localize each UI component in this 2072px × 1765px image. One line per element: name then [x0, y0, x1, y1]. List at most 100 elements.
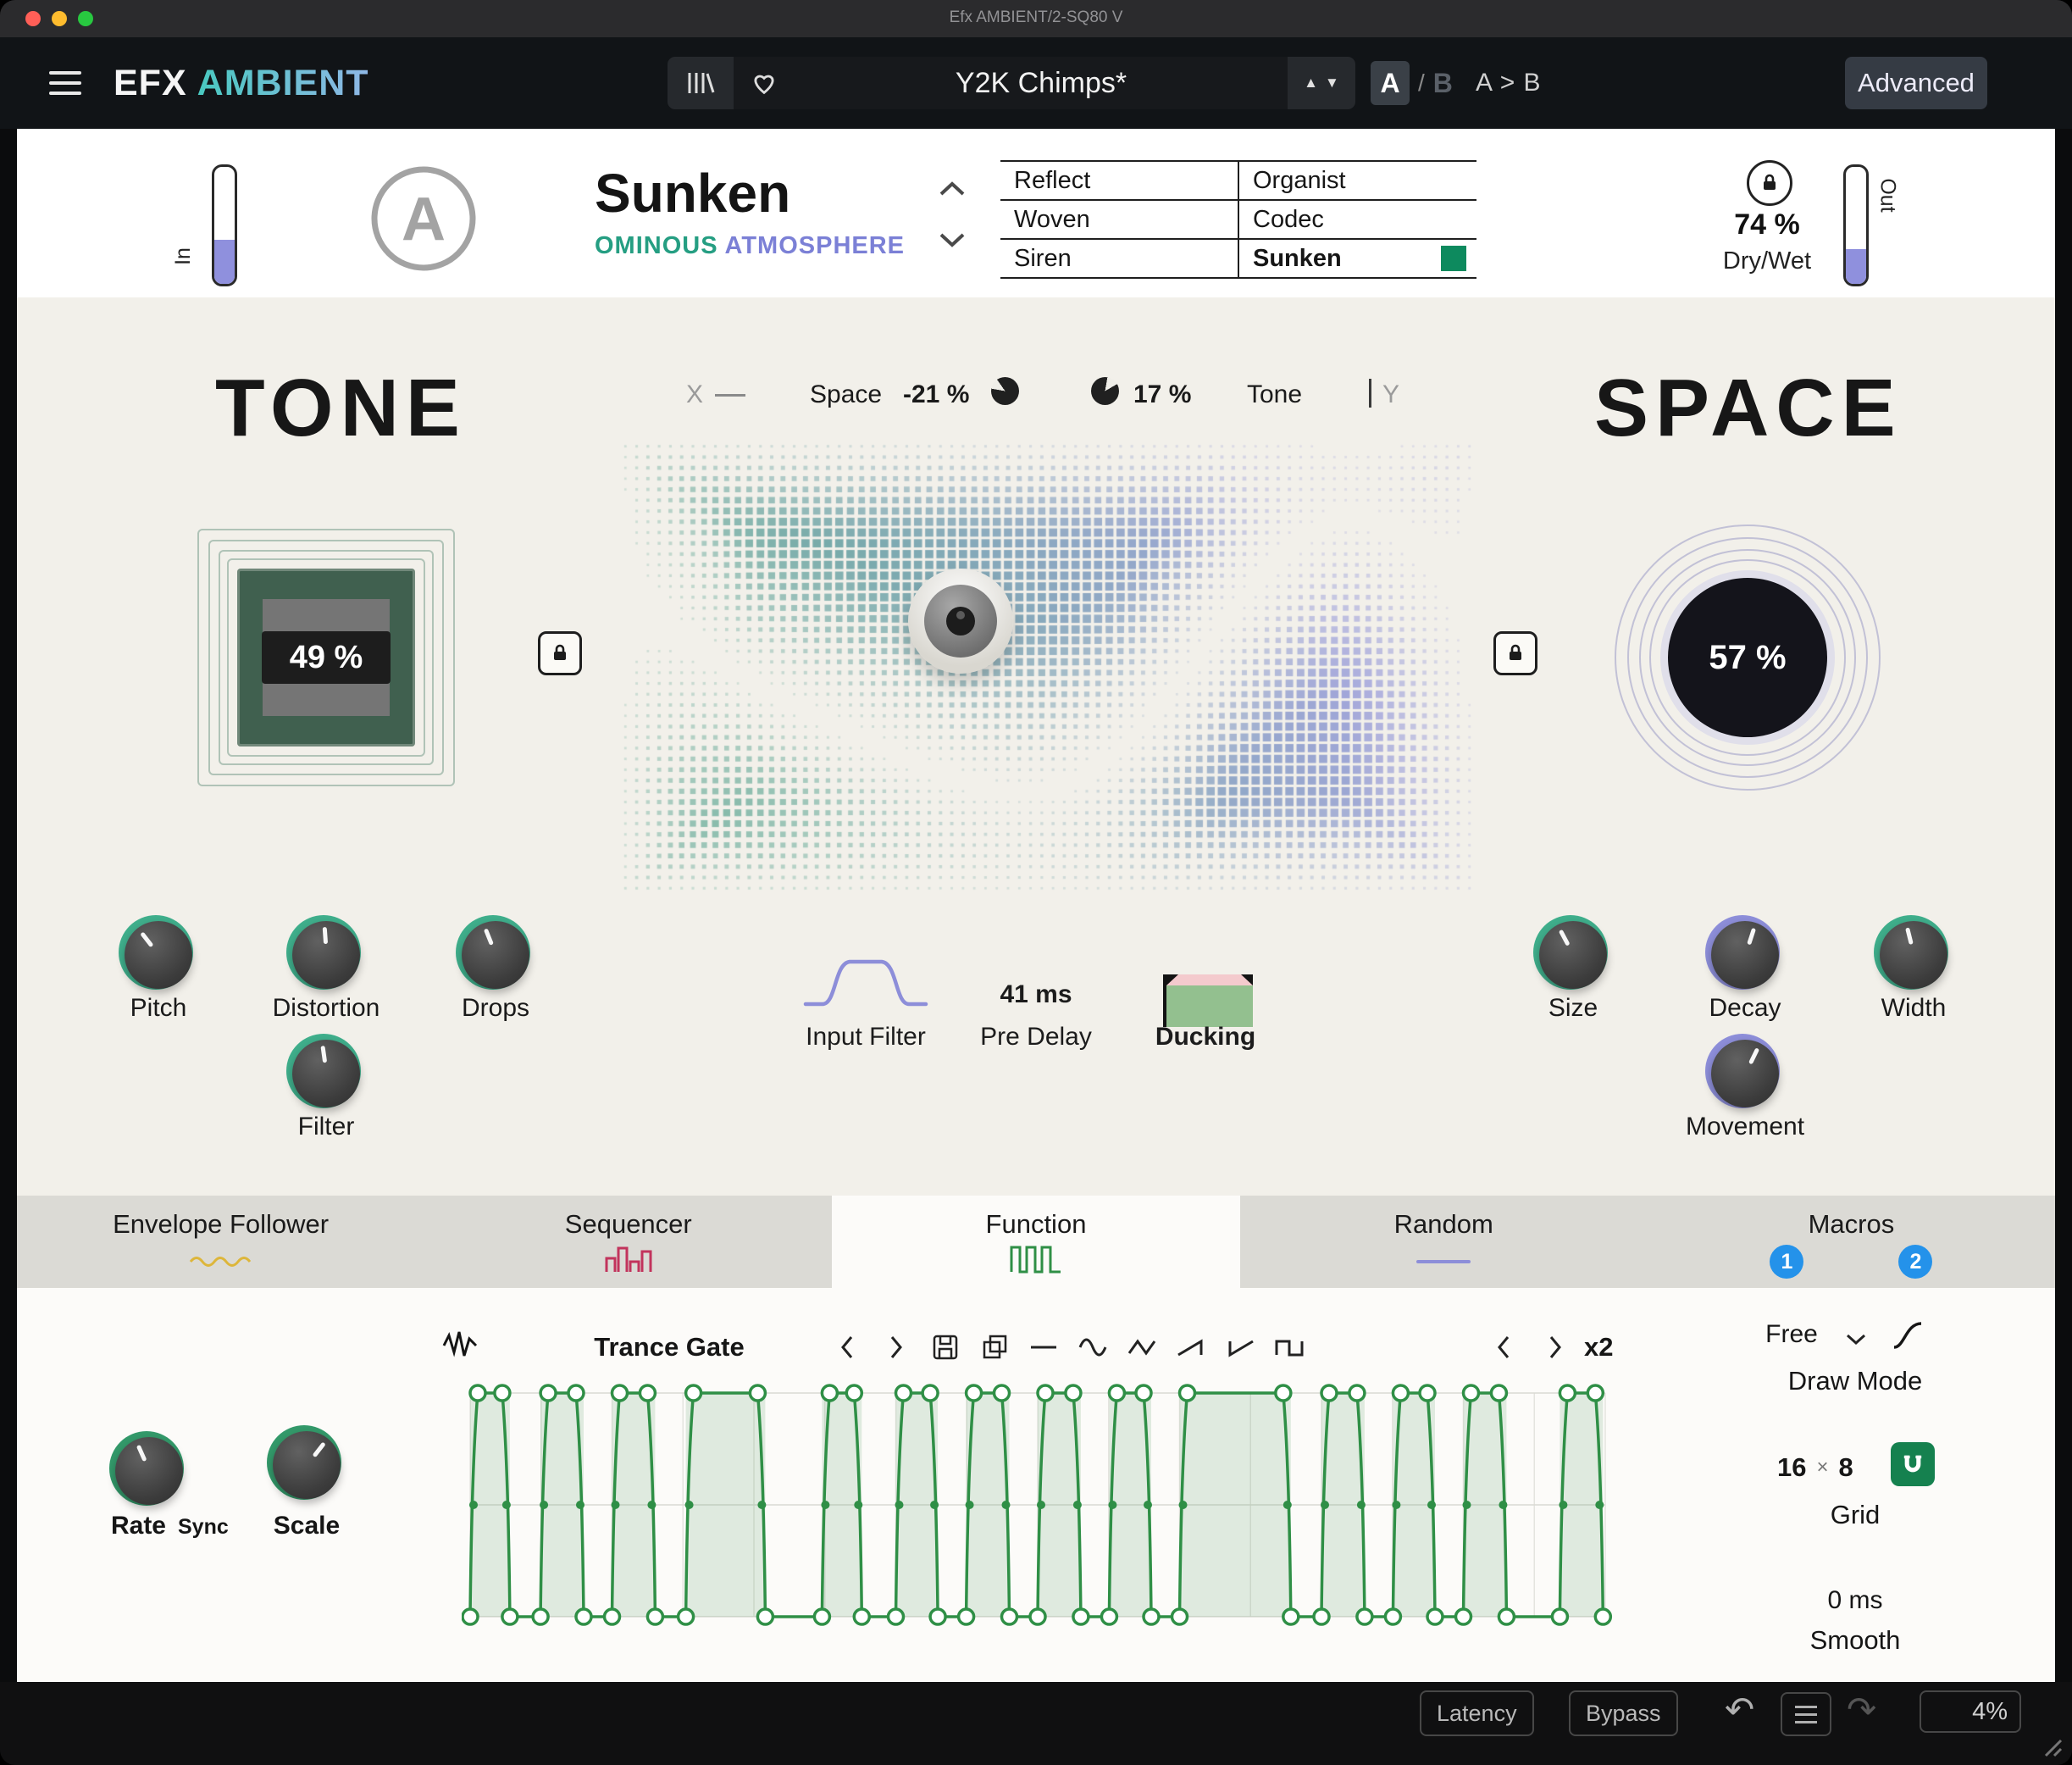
prev-shape-button[interactable]: [832, 1330, 862, 1364]
current-preset-name[interactable]: Y2K Chimps*: [795, 57, 1288, 109]
preset-down-button[interactable]: [937, 230, 967, 253]
next-shape-button[interactable]: [881, 1330, 911, 1364]
gate-editor-svg[interactable]: [462, 1379, 1614, 1634]
space-mini-knob[interactable]: [991, 377, 1019, 405]
space-visualizer[interactable]: 57 %: [1616, 526, 1879, 789]
shape-line-icon[interactable]: [1028, 1330, 1059, 1364]
undo-icon[interactable]: ↶: [1725, 1689, 1754, 1730]
function-wave-icon[interactable]: [440, 1327, 481, 1364]
draw-mode-select[interactable]: Free: [1745, 1320, 1838, 1349]
draw-curve-icon[interactable]: [1889, 1317, 1926, 1354]
latency-button[interactable]: Latency: [1420, 1690, 1534, 1736]
svg-text:A: A: [402, 186, 446, 253]
shape-sine-icon[interactable]: [1078, 1330, 1108, 1364]
function-title[interactable]: Trance Gate: [559, 1332, 779, 1363]
rate-knob[interactable]: [115, 1437, 183, 1505]
favorite-button[interactable]: [734, 57, 795, 109]
tab-macros[interactable]: Macros 1 2: [1648, 1196, 2055, 1288]
ab-toggle-b[interactable]: B: [1433, 68, 1453, 99]
preset-list-item[interactable]: Organist: [1238, 162, 1476, 199]
distortion-knob[interactable]: [292, 921, 360, 989]
plugin-header: EFX AMBIENT Y2K Chimps* ▲ ▼ A / B A > B …: [0, 37, 2072, 129]
shape-ramp-up-icon[interactable]: [1176, 1330, 1206, 1364]
resize-grip[interactable]: [2033, 1728, 2064, 1758]
movement-knob[interactable]: [1711, 1040, 1779, 1107]
preset-list-row: Reflect Organist: [1000, 160, 1476, 199]
preset-up-button[interactable]: [937, 180, 967, 203]
envelope-follower-icon: [187, 1253, 255, 1270]
selected-preset-indicator: [1441, 246, 1466, 271]
preset-list-item[interactable]: Siren: [1000, 240, 1238, 277]
pattern-prev-button[interactable]: [1488, 1330, 1519, 1364]
function-toolbar: [832, 1330, 1305, 1364]
tone-visualizer[interactable]: 49 %: [199, 530, 453, 785]
pitch-knob[interactable]: [125, 921, 192, 989]
preset-list-item[interactable]: Codec: [1238, 201, 1476, 238]
chevron-down-icon: [937, 230, 967, 249]
scale-knob[interactable]: [273, 1431, 341, 1499]
copy-icon[interactable]: [979, 1330, 1010, 1364]
preset-list-item-selected[interactable]: Sunken: [1238, 240, 1476, 277]
grid-y-value[interactable]: 8: [1839, 1452, 1853, 1483]
width-knob[interactable]: [1880, 921, 1947, 989]
space-percent: 57 %: [1668, 578, 1827, 737]
space-lock-button[interactable]: [1493, 631, 1537, 675]
smooth-value[interactable]: 0 ms: [1762, 1586, 1948, 1615]
shape-triangle-icon[interactable]: [1127, 1330, 1157, 1364]
preset-nav: ▲ ▼: [1288, 57, 1355, 109]
xy-space-value: -21 %: [903, 380, 969, 409]
tab-function[interactable]: Function: [832, 1196, 1239, 1288]
preset-list-item[interactable]: Woven: [1000, 201, 1238, 238]
macro-1-badge[interactable]: 1: [1770, 1245, 1803, 1279]
draw-mode-label: Draw Mode: [1762, 1366, 1948, 1396]
input-filter-icon[interactable]: [802, 952, 929, 1019]
preset-next-button[interactable]: ▼: [1325, 75, 1339, 92]
cpu-meter[interactable]: 4%: [1920, 1690, 2021, 1733]
ab-copy-button[interactable]: A > B: [1476, 57, 1542, 109]
preset-title: Sunken: [595, 166, 905, 220]
space-section-title: SPACE: [1594, 362, 1903, 455]
macro-2-badge[interactable]: 2: [1898, 1245, 1932, 1279]
preset-list-item[interactable]: Reflect: [1000, 162, 1238, 199]
predelay-value[interactable]: 41 ms: [968, 980, 1104, 1009]
preset-type-a: OMINOUS: [595, 232, 718, 259]
advanced-button[interactable]: Advanced: [1845, 57, 1987, 109]
xy-pad-knob[interactable]: [908, 569, 1013, 674]
tone-mini-knob[interactable]: [1091, 377, 1119, 405]
hamburger-menu-icon[interactable]: [49, 71, 83, 102]
preset-type: OMINOUS ATMOSPHERE: [595, 232, 905, 260]
chevron-down-icon[interactable]: [1845, 1332, 1867, 1346]
tab-sequencer[interactable]: Sequencer: [424, 1196, 832, 1288]
tab-envelope-follower[interactable]: Envelope Follower: [17, 1196, 424, 1288]
x-axis-label: X: [686, 380, 703, 409]
drywet-lock-button[interactable]: [1747, 160, 1792, 206]
multiplier-label[interactable]: x2: [1584, 1332, 1643, 1363]
drywet-label: Dry/Wet: [1691, 247, 1843, 275]
x-axis-dash: [715, 394, 745, 397]
snap-toggle[interactable]: [1891, 1442, 1935, 1486]
decay-knob[interactable]: [1711, 921, 1779, 989]
pattern-next-button[interactable]: [1540, 1330, 1571, 1364]
grid-x-value[interactable]: 16: [1777, 1452, 1806, 1483]
xy-field-canvas[interactable]: [601, 423, 1493, 912]
save-icon[interactable]: [930, 1330, 961, 1364]
y-axis-label: Y: [1382, 380, 1399, 409]
grid-setting[interactable]: 16 × 8: [1777, 1452, 1853, 1483]
redo-icon[interactable]: ↷: [1847, 1689, 1876, 1730]
bypass-button[interactable]: Bypass: [1569, 1690, 1678, 1736]
ab-toggle-a[interactable]: A: [1371, 61, 1410, 105]
filter-knob[interactable]: [292, 1040, 360, 1107]
tone-lock-button[interactable]: [538, 631, 582, 675]
sync-toggle[interactable]: Sync: [178, 1515, 229, 1540]
tab-random[interactable]: Random: [1240, 1196, 1648, 1288]
output-level-meter[interactable]: [1843, 164, 1869, 286]
history-menu-icon[interactable]: [1781, 1692, 1831, 1736]
preset-prev-button[interactable]: ▲: [1304, 75, 1318, 92]
library-button[interactable]: [668, 57, 734, 109]
size-knob[interactable]: [1539, 921, 1607, 989]
shape-square-icon[interactable]: [1274, 1330, 1305, 1364]
drops-knob[interactable]: [462, 921, 529, 989]
ducking-display[interactable]: [1163, 974, 1253, 1027]
shape-ramp-down-icon[interactable]: [1225, 1330, 1255, 1364]
input-level-meter[interactable]: [212, 164, 237, 286]
